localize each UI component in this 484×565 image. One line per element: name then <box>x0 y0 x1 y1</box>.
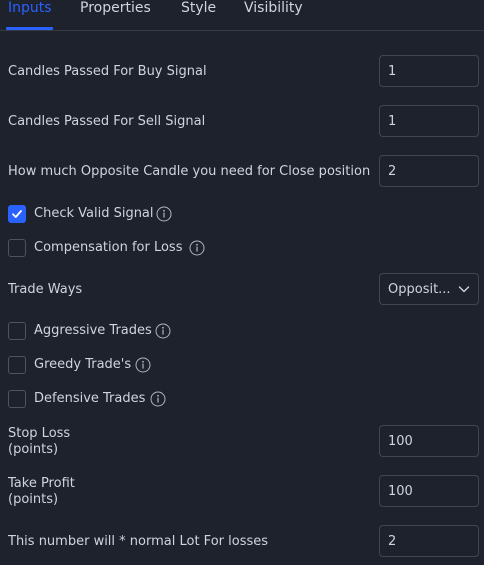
take-profit-input[interactable] <box>379 475 479 507</box>
check-valid-signal-label: Check Valid Signal <box>34 206 154 221</box>
info-circle-icon[interactable] <box>135 357 151 373</box>
info-circle-icon[interactable] <box>155 323 171 339</box>
aggressive-trades-label: Aggressive Trades <box>34 323 152 338</box>
active-tab-indicator <box>6 27 53 30</box>
trade-ways-select[interactable]: Opposit... <box>379 273 479 305</box>
take-profit-label: Take Profit <box>8 476 75 491</box>
defensive-trades-label: Defensive Trades <box>34 391 146 406</box>
candles-buy-input[interactable] <box>379 55 479 87</box>
compensation-for-loss-label: Compensation for Loss <box>34 240 183 255</box>
info-circle-icon[interactable] <box>150 391 166 407</box>
trade-ways-label: Trade Ways <box>8 282 83 297</box>
candles-sell-label: Candles Passed For Sell Signal <box>8 114 206 129</box>
compensation-for-loss-checkbox[interactable] <box>8 239 26 257</box>
stop-loss-input[interactable] <box>379 425 479 457</box>
opposite-candle-input[interactable] <box>379 155 479 187</box>
lot-multiplier-label: This number will * normal Lot For losses <box>8 534 269 549</box>
info-circle-icon[interactable] <box>189 240 205 256</box>
stop-loss-unit-label: (points) <box>8 442 59 457</box>
stop-loss-label: Stop Loss <box>8 426 71 441</box>
defensive-trades-checkbox[interactable] <box>8 390 26 408</box>
candles-sell-input[interactable] <box>379 105 479 137</box>
check-valid-signal-checkbox[interactable] <box>8 205 26 223</box>
tab-bar: Inputs Properties Style Visibility <box>0 0 484 31</box>
tab-inputs[interactable]: Inputs <box>8 0 52 20</box>
greedy-trades-label: Greedy Trade's <box>34 357 132 372</box>
tab-visibility[interactable]: Visibility <box>244 0 303 20</box>
trade-ways-value: Opposit... <box>388 282 451 297</box>
tab-properties[interactable]: Properties <box>80 0 151 20</box>
aggressive-trades-checkbox[interactable] <box>8 322 26 340</box>
greedy-trades-checkbox[interactable] <box>8 356 26 374</box>
chevron-down-icon <box>458 286 470 293</box>
info-circle-icon[interactable] <box>156 206 172 222</box>
take-profit-unit-label: (points) <box>8 492 59 507</box>
checkmark-icon <box>12 210 22 218</box>
opposite-candle-label: How much Opposite Candle you need for Cl… <box>8 164 371 179</box>
candles-buy-label: Candles Passed For Buy Signal <box>8 64 207 79</box>
lot-multiplier-input[interactable] <box>379 525 479 557</box>
tab-style[interactable]: Style <box>181 0 216 20</box>
